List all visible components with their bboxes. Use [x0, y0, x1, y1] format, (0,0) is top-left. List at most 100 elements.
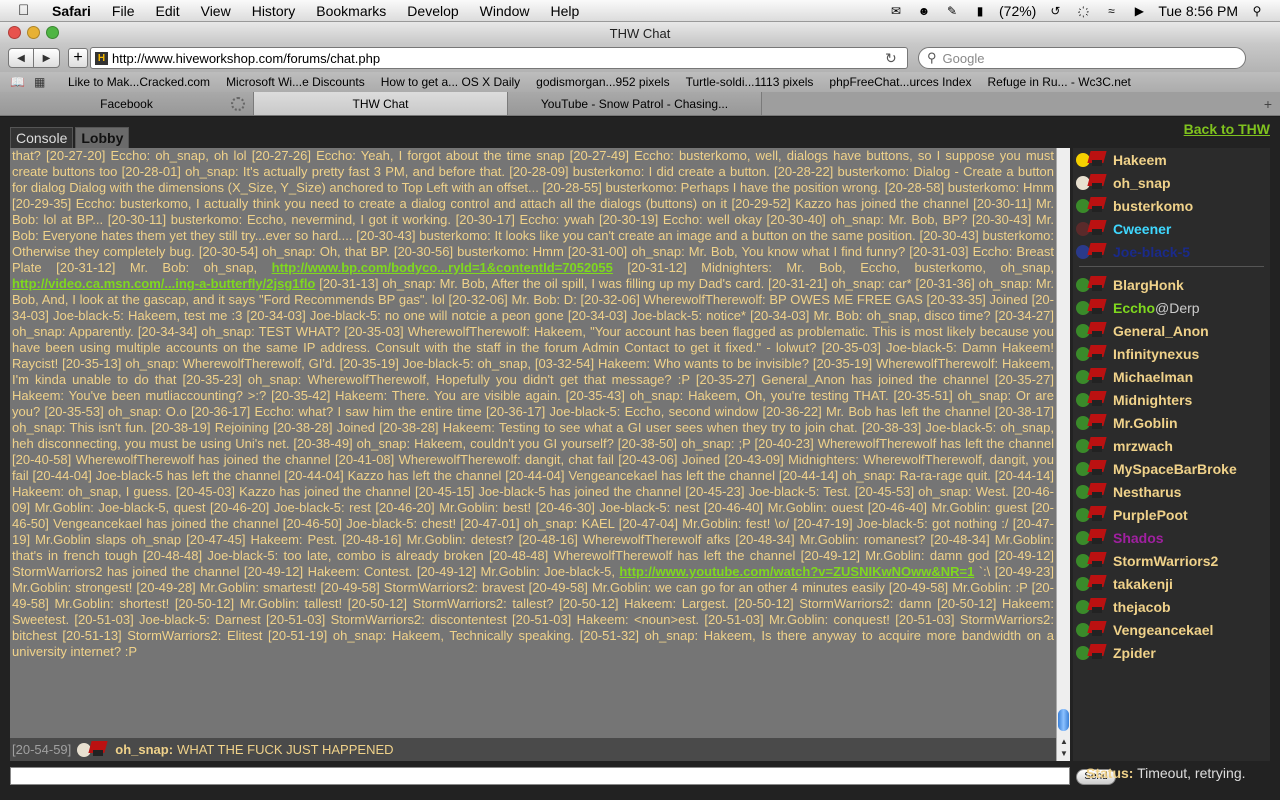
user-name[interactable]: Zpider — [1113, 645, 1156, 661]
menu-bookmarks[interactable]: Bookmarks — [316, 3, 386, 19]
bookmark-item[interactable]: phpFreeChat...urces Index — [829, 75, 971, 89]
user-list-item[interactable]: Infinitynexus — [1073, 342, 1270, 365]
user-name[interactable]: thejacob — [1113, 599, 1171, 615]
address-bar[interactable]: H http://www.hiveworkshop.com/forums/cha… — [90, 47, 908, 69]
menu-edit[interactable]: Edit — [155, 3, 179, 19]
user-name[interactable]: General_Anon — [1113, 323, 1209, 339]
bookmarks-book-icon[interactable]: 📖 — [10, 75, 28, 89]
user-name[interactable]: Shados — [1113, 530, 1164, 546]
menu-help[interactable]: Help — [550, 3, 579, 19]
user-name[interactable]: PurplePoot — [1113, 507, 1188, 523]
minimize-window-button[interactable] — [27, 26, 40, 39]
menu-window[interactable]: Window — [480, 3, 530, 19]
time-machine-icon[interactable]: ↺ — [1046, 4, 1064, 18]
user-list-item[interactable]: Midnighters — [1073, 388, 1270, 411]
chat-link[interactable]: http://video.ca.msn.com/...ing-a-butterf… — [12, 276, 315, 291]
user-name[interactable]: Joe-black-5 — [1113, 244, 1190, 260]
script-icon[interactable]: ✎ — [943, 4, 961, 18]
scroll-down-arrow-icon[interactable]: ▼ — [1057, 748, 1071, 760]
top-sites-grid-icon[interactable]: ▦ — [34, 75, 52, 89]
user-name[interactable]: Vengeancekael — [1113, 622, 1213, 638]
zoom-window-button[interactable] — [46, 26, 59, 39]
message-text: WHAT THE FUCK JUST HAPPENED — [177, 742, 394, 757]
tab-console[interactable]: Console — [10, 127, 74, 148]
tab-thw-chat[interactable]: THW Chat — [254, 92, 508, 115]
back-button[interactable]: ◀ — [8, 48, 34, 68]
user-icon[interactable]: ☻ — [915, 4, 933, 18]
menu-view[interactable]: View — [201, 3, 231, 19]
user-name[interactable]: Hakeem — [1113, 152, 1167, 168]
search-field[interactable]: ⚲ Google — [918, 47, 1246, 69]
user-list-item[interactable]: Eccho @Derp — [1073, 296, 1270, 319]
user-list-item[interactable]: mrzwach — [1073, 434, 1270, 457]
reload-icon[interactable]: ↻ — [885, 50, 901, 67]
tab-facebook[interactable]: Facebook — [0, 92, 254, 115]
url-text[interactable]: http://www.hiveworkshop.com/forums/chat.… — [112, 51, 885, 66]
scroll-thumb[interactable] — [1058, 709, 1069, 731]
user-list-item[interactable]: Nestharus — [1073, 480, 1270, 503]
user-name[interactable]: busterkomo — [1113, 198, 1193, 214]
user-name[interactable]: StormWarriors2 — [1113, 553, 1218, 569]
user-list-item[interactable]: thejacob — [1073, 595, 1270, 618]
menu-app-safari[interactable]: Safari — [52, 3, 91, 19]
message-nick[interactable]: oh_snap: — [115, 742, 173, 757]
menu-history[interactable]: History — [252, 3, 296, 19]
user-name[interactable]: oh_snap — [1113, 175, 1171, 191]
user-list-item[interactable]: StormWarriors2 — [1073, 549, 1270, 572]
user-list-item[interactable]: General_Anon — [1073, 319, 1270, 342]
user-name[interactable]: Infinitynexus — [1113, 346, 1199, 362]
user-list-item[interactable]: Cweener — [1073, 217, 1270, 240]
tab-lobby[interactable]: Lobby — [75, 127, 130, 148]
user-list-item[interactable]: Michaelman — [1073, 365, 1270, 388]
user-list-item[interactable]: BlargHonk — [1073, 273, 1270, 296]
apple-menu-icon[interactable]:  — [18, 2, 38, 19]
chat-link[interactable]: http://www.youtube.com/watch?v=ZUSNIKwNO… — [619, 564, 974, 579]
menu-file[interactable]: File — [112, 3, 135, 19]
close-window-button[interactable] — [8, 26, 21, 39]
menu-develop[interactable]: Develop — [407, 3, 458, 19]
user-name[interactable]: Midnighters — [1113, 392, 1192, 408]
chat-scrollbar[interactable]: ▲ ▼ — [1056, 148, 1070, 761]
user-name[interactable]: Michaelman — [1113, 369, 1193, 385]
scroll-up-arrow-icon[interactable]: ▲ — [1057, 736, 1071, 748]
menubar-clock[interactable]: Tue 8:56 PM — [1158, 3, 1238, 19]
user-name[interactable]: Eccho — [1113, 300, 1155, 316]
user-name[interactable]: mrzwach — [1113, 438, 1173, 454]
user-list-item[interactable]: MySpaceBarBroke — [1073, 457, 1270, 480]
chat-input[interactable] — [10, 767, 1070, 785]
user-list-item[interactable]: Joe-black-5 — [1073, 240, 1270, 263]
bookmark-item[interactable]: How to get a... OS X Daily — [381, 75, 520, 89]
user-list-item[interactable]: Vengeancekael — [1073, 618, 1270, 641]
user-list-item[interactable]: Zpider — [1073, 641, 1270, 664]
new-tab-icon[interactable]: + — [1256, 92, 1280, 115]
add-bookmark-button[interactable]: + — [68, 48, 88, 68]
wifi-icon[interactable]: ≈ — [1102, 4, 1120, 18]
spotlight-icon[interactable]: ⚲ — [1248, 4, 1266, 18]
back-to-thw-link[interactable]: Back to THW — [1184, 121, 1270, 137]
user-name[interactable]: Cweener — [1113, 221, 1171, 237]
user-list-item[interactable]: Hakeem — [1073, 148, 1270, 171]
user-name[interactable]: Nestharus — [1113, 484, 1181, 500]
mail-icon[interactable]: ✉ — [887, 4, 905, 18]
battery-icon[interactable]: ▮ — [971, 4, 989, 18]
user-list-item[interactable]: oh_snap — [1073, 171, 1270, 194]
bookmark-item[interactable]: Turtle-soldi...1113 pixels — [686, 75, 814, 89]
user-name[interactable]: Mr.Goblin — [1113, 415, 1178, 431]
volume-icon[interactable]: ▶ — [1130, 4, 1148, 18]
user-list-item[interactable]: Shados — [1073, 526, 1270, 549]
user-name[interactable]: takakenji — [1113, 576, 1173, 592]
user-list-item[interactable]: Mr.Goblin — [1073, 411, 1270, 434]
user-list-item[interactable]: busterkomo — [1073, 194, 1270, 217]
user-name[interactable]: MySpaceBarBroke — [1113, 461, 1237, 477]
bluetooth-icon[interactable]: ҉ — [1074, 4, 1092, 18]
bookmark-item[interactable]: godismorgan...952 pixels — [536, 75, 669, 89]
forward-button[interactable]: ▶ — [34, 48, 60, 68]
user-list-item[interactable]: PurplePoot — [1073, 503, 1270, 526]
user-list-item[interactable]: takakenji — [1073, 572, 1270, 595]
bookmark-item[interactable]: Like to Mak...Cracked.com — [68, 75, 210, 89]
user-name[interactable]: BlargHonk — [1113, 277, 1184, 293]
bookmark-item[interactable]: Microsoft Wi...e Discounts — [226, 75, 365, 89]
chat-link[interactable]: http://www.bp.com/bodyco...ryId=1&conten… — [272, 260, 613, 275]
tab-youtube[interactable]: YouTube - Snow Patrol - Chasing... — [508, 92, 762, 115]
bookmark-item[interactable]: Refuge in Ru... - Wc3C.net — [988, 75, 1131, 89]
